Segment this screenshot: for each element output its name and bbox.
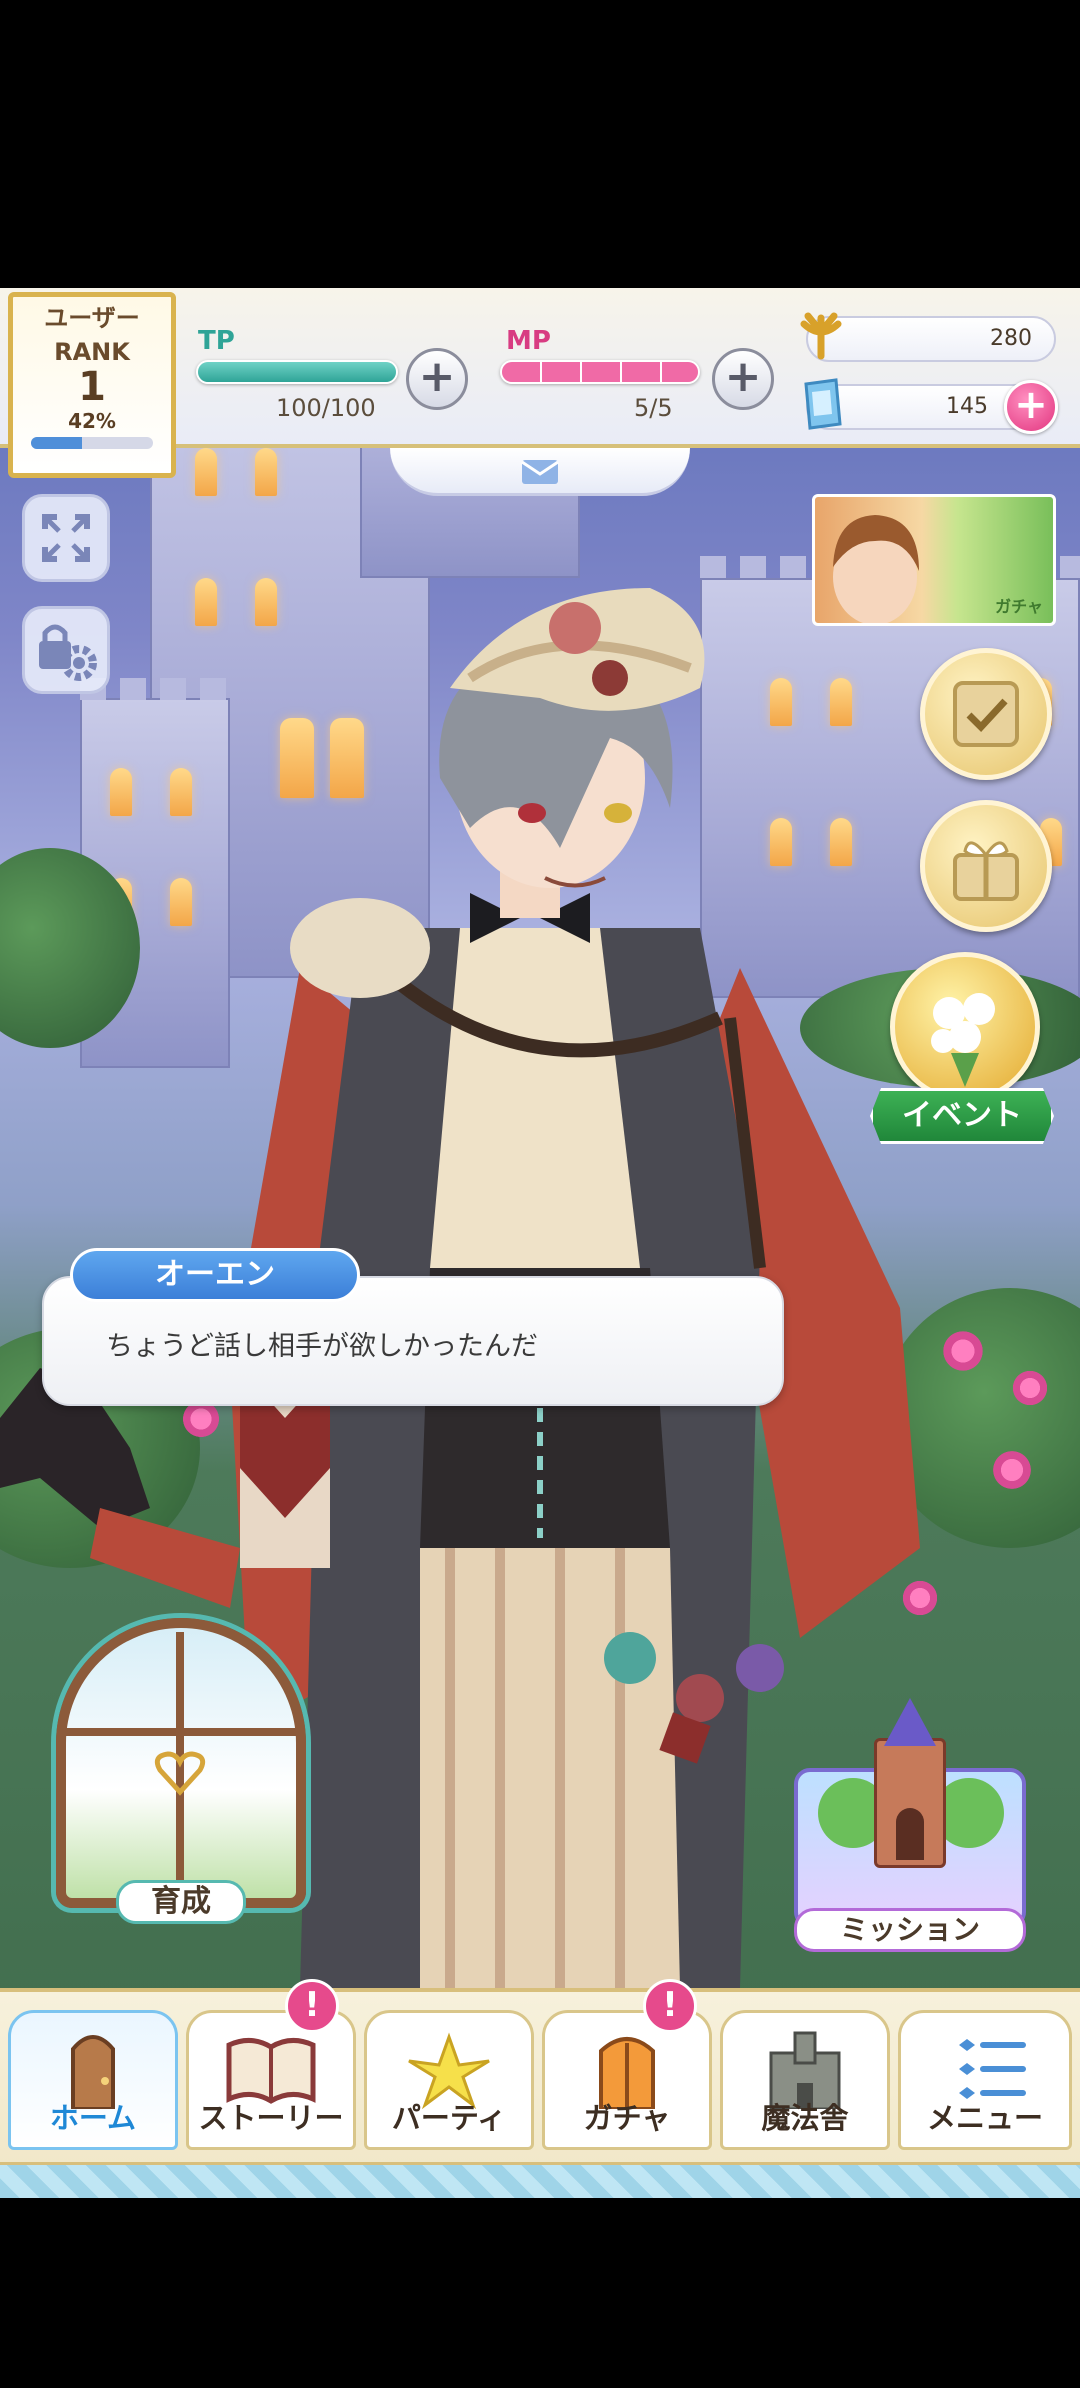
scroll-check-icon <box>953 681 1019 747</box>
nav-item-dormitory[interactable]: 魔法舎 <box>720 2010 890 2150</box>
crystal-icon <box>804 378 842 430</box>
quest-button[interactable] <box>920 648 1052 780</box>
nav-item-party[interactable]: パーティ <box>364 2010 534 2150</box>
gold-amount: 280 <box>990 326 1032 351</box>
mail-icon <box>521 460 559 484</box>
nav-label-home: ホーム <box>49 2101 137 2135</box>
nav-item-story[interactable]: ストーリー ! <box>186 1979 356 2150</box>
gacha-alert-badge: ! <box>643 1979 697 2033</box>
mp-label: MP <box>506 326 551 356</box>
training-label: 育成 <box>116 1880 246 1924</box>
mission-label: ミッション <box>794 1908 1026 1952</box>
mp-value: 5/5 <box>634 394 673 422</box>
event-label: イベント <box>870 1088 1054 1144</box>
tp-plus-button[interactable]: + <box>406 348 468 410</box>
settings-lock-button[interactable] <box>22 606 110 694</box>
mission-button[interactable]: ミッション <box>784 1698 1036 1952</box>
gold-icon <box>800 312 842 360</box>
nav-label-dormitory: 魔法舎 <box>761 2101 849 2135</box>
home-screen: TP 100/100 + MP 5/5 + 280 145 + ユーザー RAN… <box>0 288 1080 2198</box>
expand-icon <box>42 514 90 562</box>
tp-gauge <box>196 360 398 384</box>
fullscreen-button[interactable] <box>22 494 110 582</box>
tp-value: 100/100 <box>276 394 376 422</box>
dialogue-text: ちょうど話し相手が欲しかったんだ <box>106 1331 538 1362</box>
mp-gauge <box>500 360 700 384</box>
nav-label-gacha: ガチャ <box>583 2101 671 2135</box>
heart-icon <box>154 1751 206 1796</box>
rank-progress-bar <box>31 437 153 449</box>
nav-label-party: パーティ <box>391 2101 507 2135</box>
present-box-button[interactable] <box>920 800 1052 932</box>
banner-label: ガチャ <box>995 597 1043 616</box>
gift-icon <box>953 841 1019 901</box>
buy-stones-button[interactable]: + <box>1004 380 1058 434</box>
banner-character-portrait <box>833 515 919 623</box>
nav-label-menu: メニュー <box>926 2101 1043 2135</box>
training-button[interactable]: 育成 <box>48 1618 314 1924</box>
bottom-nav: ホーム ストーリー ! パーティ ガチャ ! 魔法舎 メニュー <box>0 1979 1080 2198</box>
nav-item-menu[interactable]: メニュー <box>898 2010 1072 2150</box>
gacha-banner[interactable]: ガチャ <box>812 494 1056 626</box>
tp-label: TP <box>198 326 235 356</box>
speaker-name: オーエン <box>70 1248 360 1302</box>
rank-title-line2: RANK <box>54 338 130 366</box>
rank-level: 1 <box>78 364 106 410</box>
nav-item-gacha[interactable]: ガチャ ! <box>542 1979 712 2150</box>
rank-progress-text: 42% <box>68 409 116 433</box>
lock-gear-icon <box>39 624 97 681</box>
mp-plus-button[interactable]: + <box>712 348 774 410</box>
mail-tab[interactable] <box>390 448 690 496</box>
user-rank-badge[interactable]: ユーザー RANK 1 42% <box>8 292 176 478</box>
nav-item-home[interactable]: ホーム <box>8 2010 178 2150</box>
rank-title-line1: ユーザー <box>44 304 140 332</box>
story-alert-badge: ! <box>285 1979 339 2033</box>
nav-decorative-strip <box>0 2162 1080 2198</box>
bouquet-icon <box>931 993 995 1087</box>
nav-label-story: ストーリー <box>198 2101 344 2135</box>
event-button[interactable] <box>890 952 1040 1102</box>
stone-amount: 145 <box>946 394 988 419</box>
